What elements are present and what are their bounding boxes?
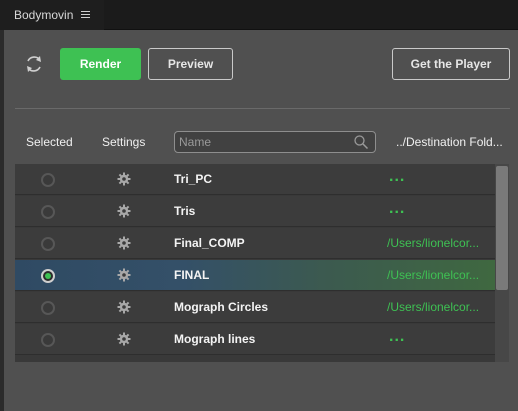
gear-icon[interactable] <box>117 268 131 282</box>
list-scrollbar[interactable] <box>495 164 509 362</box>
panel-titlebar: Bodymovin <box>0 0 518 30</box>
select-radio[interactable] <box>41 269 55 283</box>
select-radio[interactable] <box>41 333 55 347</box>
scrollbar-thumb[interactable] <box>496 166 508 290</box>
column-header-selected: Selected <box>26 135 73 149</box>
search-icon <box>354 135 369 150</box>
gear-icon[interactable] <box>117 332 131 346</box>
column-header-destination: ../Destination Fold... <box>396 135 503 149</box>
select-radio[interactable] <box>41 237 55 251</box>
composition-name: Tris <box>174 204 196 218</box>
composition-list: Tri_PC ... Tris ... Final_COMP /Users/li… <box>15 164 495 362</box>
destination-folder-link[interactable]: /Users/lionelcor... <box>387 236 493 250</box>
gear-icon[interactable] <box>117 300 131 314</box>
panel-title: Bodymovin <box>14 8 74 22</box>
preview-button[interactable]: Preview <box>148 48 233 80</box>
gear-icon[interactable] <box>117 204 131 218</box>
divider <box>15 108 510 109</box>
render-button[interactable]: Render <box>60 48 141 80</box>
refresh-icon[interactable] <box>22 52 46 76</box>
composition-name: Final_COMP <box>174 236 245 250</box>
hamburger-menu-icon[interactable] <box>81 11 91 19</box>
list-item[interactable]: Mograph Circles /Users/lionelcor... <box>15 292 495 323</box>
name-search-field[interactable] <box>174 131 376 153</box>
destination-folder-link[interactable]: ... <box>389 200 495 218</box>
select-radio[interactable] <box>41 173 55 187</box>
select-radio[interactable] <box>41 205 55 219</box>
list-item[interactable]: Tri_PC ... <box>15 164 495 195</box>
list-item[interactable]: Tris ... <box>15 196 495 227</box>
search-input[interactable] <box>179 134 347 150</box>
list-item-selected[interactable]: FINAL /Users/lionelcor... <box>15 260 495 291</box>
destination-folder-link[interactable]: /Users/lionelcor... <box>387 300 493 314</box>
composition-name: Mograph lines <box>174 332 256 346</box>
panel-tab[interactable]: Bodymovin <box>0 0 104 30</box>
destination-folder-link[interactable]: ... <box>389 168 495 186</box>
destination-folder-link[interactable]: ... <box>389 328 495 346</box>
destination-folder-link[interactable]: /Users/lionelcor... <box>387 268 493 282</box>
composition-name: Tri_PC <box>174 172 213 186</box>
list-item[interactable]: Final_COMP /Users/lionelcor... <box>15 228 495 259</box>
gear-icon[interactable] <box>117 236 131 250</box>
select-radio[interactable] <box>41 301 55 315</box>
gear-icon[interactable] <box>117 172 131 186</box>
composition-name: FINAL <box>174 268 210 282</box>
composition-name: Mograph Circles <box>174 300 269 314</box>
get-the-player-button[interactable]: Get the Player <box>392 48 510 80</box>
column-header-settings: Settings <box>102 135 146 149</box>
list-item[interactable]: Mograph lines ... <box>15 324 495 355</box>
